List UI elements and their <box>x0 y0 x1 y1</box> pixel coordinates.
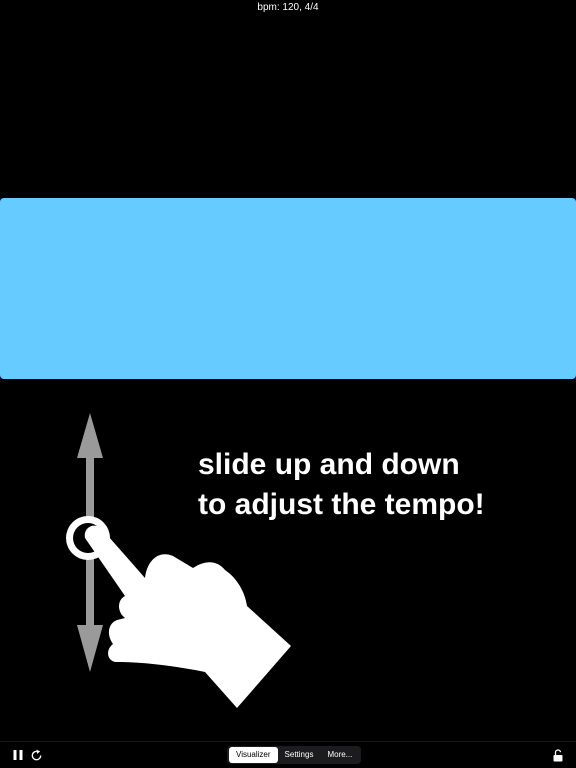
tab-visualizer[interactable]: Visualizer <box>229 747 278 763</box>
tempo-status: bpm: 120, 4/4 <box>257 2 319 13</box>
hint-line-1: slide up and down <box>198 448 460 481</box>
tempo-hint-text: slide up and down to adjust the tempo! <box>198 445 568 525</box>
metronome-screen[interactable]: bpm: 120, 4/4 slide up and down to adjus… <box>0 0 576 768</box>
reset-icon <box>31 749 41 760</box>
bottom-toolbar: Visualizer Settings More... <box>0 741 576 768</box>
reset-button[interactable] <box>27 746 45 764</box>
hint-line-2: to adjust the tempo! <box>198 488 485 521</box>
tab-more[interactable]: More... <box>320 747 359 763</box>
pause-button[interactable] <box>9 746 27 764</box>
pause-icon <box>13 750 23 760</box>
tab-settings[interactable]: Settings <box>278 747 321 763</box>
beat-visualizer-bar <box>0 198 576 379</box>
lock-button[interactable] <box>549 746 567 764</box>
unlocked-lock-icon <box>553 748 563 761</box>
view-tabs: Visualizer Settings More... <box>227 746 362 764</box>
